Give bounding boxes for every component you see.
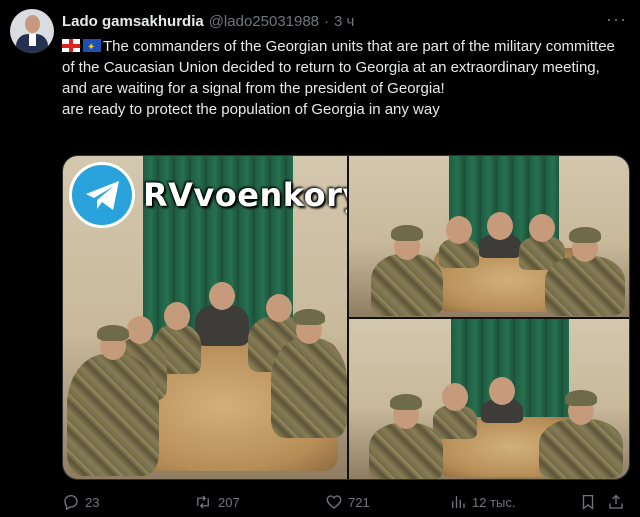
like-button[interactable]: 721 <box>325 490 370 514</box>
author-avatar[interactable] <box>10 9 54 53</box>
share-button[interactable] <box>607 490 625 514</box>
like-icon <box>325 493 343 511</box>
watermark-text: RVvoenkory <box>143 176 347 214</box>
bookmark-button[interactable] <box>579 490 597 514</box>
repost-icon <box>193 493 213 511</box>
post-text-line-1: The commanders of the Georgian units tha… <box>62 38 615 97</box>
separator: · <box>324 12 330 30</box>
photo-person <box>433 383 477 439</box>
reply-button[interactable]: 23 <box>62 490 99 514</box>
photo-top-right[interactable] <box>349 156 629 317</box>
photo-person <box>545 227 625 316</box>
post-text: The commanders of the Georgian units tha… <box>62 36 622 120</box>
bookmark-icon <box>579 493 597 511</box>
action-bar: 23 207 721 12 тыс. <box>62 490 625 514</box>
post-text-line-2: are ready to protect the population of G… <box>62 101 440 118</box>
photo-person <box>195 282 249 346</box>
author-handle[interactable]: @lado25031988 <box>209 13 319 30</box>
post-time[interactable]: 3 ч <box>334 13 354 30</box>
avatar-shirt <box>29 34 36 46</box>
photo-person <box>371 225 443 316</box>
photo-person <box>369 394 443 479</box>
avatar-head <box>25 15 40 33</box>
photo-person <box>539 390 623 479</box>
share-icon <box>607 493 625 511</box>
reply-icon <box>62 493 80 511</box>
telegram-icon <box>69 162 135 228</box>
repost-count: 207 <box>218 494 240 510</box>
views-button[interactable]: 12 тыс. <box>449 490 515 514</box>
watermark: RVvoenkory <box>69 162 347 228</box>
post-paragraph-1: The commanders of the Georgian units tha… <box>62 36 622 99</box>
photo-person <box>479 212 521 258</box>
views-icon <box>449 493 467 511</box>
post-header: Lado gamsakhurdia @lado25031988 · 3 ч <box>62 10 600 32</box>
photo-person <box>439 216 479 268</box>
more-icon[interactable]: ··· <box>606 10 628 28</box>
repost-button[interactable]: 207 <box>193 490 240 514</box>
photo-person <box>67 325 159 476</box>
photo-main[interactable]: RVvoenkory <box>63 156 347 479</box>
reply-count: 23 <box>85 494 100 510</box>
photo-bottom-right[interactable] <box>349 319 629 479</box>
photo-person <box>481 377 523 423</box>
like-count: 721 <box>348 494 370 510</box>
georgia-flag-icon <box>62 39 80 52</box>
media-grid[interactable]: RVvoenkory <box>62 155 630 480</box>
views-count: 12 тыс. <box>472 494 516 510</box>
photo-person <box>271 309 347 438</box>
eu-flag-icon <box>83 37 101 58</box>
author-name[interactable]: Lado gamsakhurdia <box>62 13 204 30</box>
